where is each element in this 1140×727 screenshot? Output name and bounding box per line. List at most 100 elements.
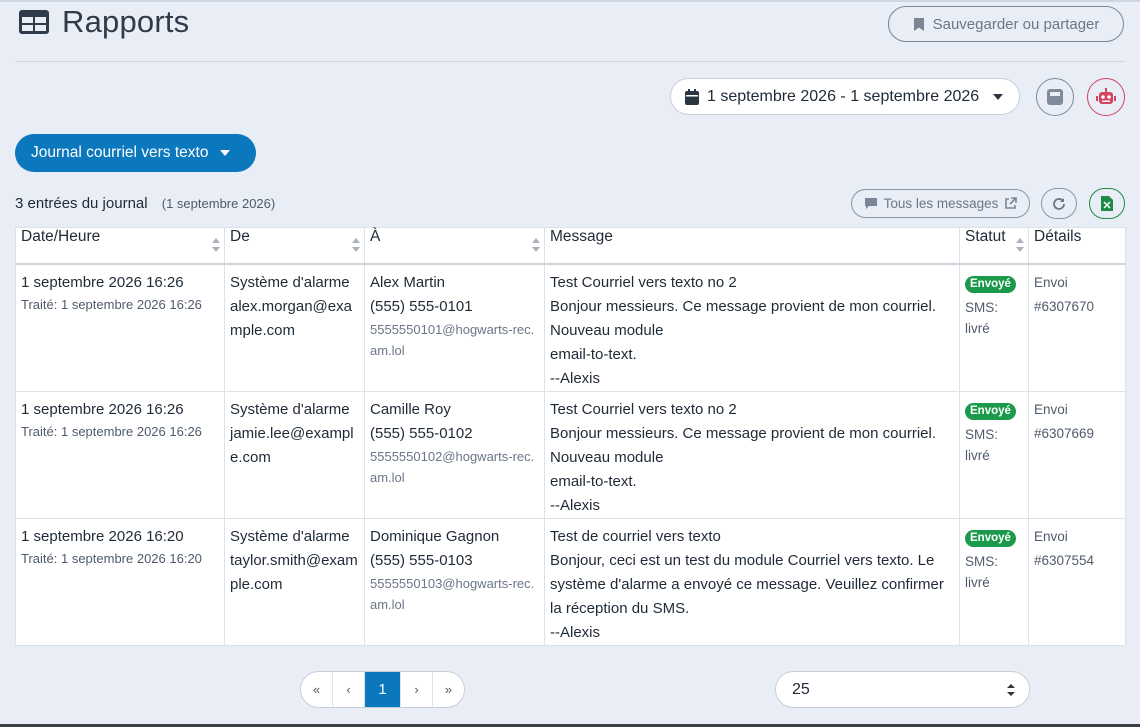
refresh-button[interactable] (1041, 188, 1077, 219)
message-line: --Alexis (550, 624, 601, 641)
status-sub: SMS: livré (965, 300, 999, 336)
cell-status: Envoyé SMS: livré (959, 391, 1029, 519)
message-line: --Alexis (550, 370, 601, 387)
column-header-label: De (230, 228, 250, 245)
from-name: Système d'alarme (230, 274, 350, 291)
calculator-button[interactable] (1036, 78, 1074, 116)
cell-message: Test Courriel vers texto no 2 Bonjour me… (544, 263, 960, 392)
save-or-share-label: Sauvegarder ou partager (932, 15, 1100, 33)
details-text: Envoi #6307669 (1034, 402, 1095, 441)
cell-from: Système d'alarme taylor.smith@example.co… (224, 518, 365, 646)
cell-to: Dominique Gagnon (555) 555-0103 55555501… (364, 518, 545, 646)
to-phone: (555) 555-0103 (370, 552, 473, 569)
header-divider (15, 61, 1125, 62)
grid-icon (19, 10, 49, 34)
export-excel-button[interactable] (1089, 188, 1125, 219)
cell-to: Camille Roy (555) 555-0102 5555550102@ho… (364, 391, 545, 519)
to-email: 5555550103@hogwarts-rec.am.lol (370, 576, 535, 612)
date-range-picker[interactable]: 1 septembre 2026 - 1 septembre 2026 (670, 78, 1020, 115)
page-title: Rapports (62, 4, 190, 39)
excel-icon (1101, 196, 1113, 211)
column-header-label: Statut (965, 228, 1006, 245)
column-header-label: À (370, 228, 381, 245)
status-badge: Envoyé (965, 276, 1016, 293)
to-name: Dominique Gagnon (370, 528, 500, 545)
top-border (0, 0, 1140, 2)
page-header: Rapports (18, 4, 189, 40)
bookmark-icon (913, 17, 924, 31)
to-email: 5555550102@hogwarts-rec.am.lol (370, 449, 535, 485)
cell-to: Alex Martin (555) 555-0101 5555550101@ho… (364, 263, 545, 392)
save-or-share-button[interactable]: Sauvegarder ou partager (888, 6, 1124, 42)
to-name: Alex Martin (370, 274, 446, 291)
processed-text: Traité: 1 septembre 2026 16:26 (21, 424, 202, 439)
date-range-label: 1 septembre 2026 - 1 septembre 2026 (707, 87, 980, 105)
log-table: Date/Heure De À Message Statut Détails 1… (15, 227, 1126, 646)
details-text: Envoi #6307554 (1034, 529, 1095, 568)
column-header-datetime[interactable]: Date/Heure (15, 227, 225, 265)
to-phone: (555) 555-0102 (370, 425, 473, 442)
from-email: taylor.smith@example.com (230, 552, 358, 593)
processed-text: Traité: 1 septembre 2026 16:26 (21, 297, 202, 312)
table-header-row: Date/Heure De À Message Statut Détails (15, 227, 1126, 265)
current-page-button[interactable]: 1 (365, 672, 401, 707)
cell-details: Envoi #6307670 (1028, 263, 1126, 392)
datetime-text: 1 septembre 2026 16:26 (21, 274, 184, 291)
all-messages-button[interactable]: Tous les messages (851, 189, 1030, 218)
datetime-text: 1 septembre 2026 16:26 (21, 401, 184, 418)
sort-icon (532, 238, 540, 252)
column-header-to[interactable]: À (364, 227, 545, 265)
column-header-label: Date/Heure (21, 228, 101, 245)
message-line: email-to-text. (550, 346, 637, 363)
report-type-label: Journal courriel vers texto (31, 144, 209, 161)
message-line: Bonjour messieurs. Ce message provient d… (550, 298, 937, 339)
report-type-dropdown[interactable]: Journal courriel vers texto (15, 134, 256, 172)
cell-message: Test Courriel vers texto no 2 Bonjour me… (544, 391, 960, 519)
cell-message: Test de courriel vers texto Bonjour, cec… (544, 518, 960, 646)
sort-icon (212, 238, 220, 252)
sort-icon (352, 238, 360, 252)
to-name: Camille Roy (370, 401, 451, 418)
per-page-value: 25 (792, 680, 810, 698)
prev-page-button[interactable]: ‹ (333, 672, 365, 707)
column-header-label: Message (550, 228, 613, 245)
column-header-from[interactable]: De (224, 227, 365, 265)
table-row: 1 septembre 2026 16:26 Traité: 1 septemb… (15, 263, 1126, 392)
table-row: 1 septembre 2026 16:26 Traité: 1 septemb… (15, 391, 1126, 519)
first-page-button[interactable]: « (301, 672, 333, 707)
column-header-message: Message (544, 227, 960, 265)
from-name: Système d'alarme (230, 528, 350, 545)
calendar-icon (685, 88, 699, 105)
cell-datetime: 1 septembre 2026 16:26 Traité: 1 septemb… (15, 263, 225, 392)
status-badge: Envoyé (965, 530, 1016, 547)
status-sub: SMS: livré (965, 554, 999, 590)
column-header-status[interactable]: Statut (959, 227, 1029, 265)
to-email: 5555550101@hogwarts-rec.am.lol (370, 322, 535, 358)
next-page-button[interactable]: › (401, 672, 433, 707)
column-header-label: Détails (1034, 228, 1082, 245)
cell-datetime: 1 septembre 2026 16:20 Traité: 1 septemb… (15, 518, 225, 646)
message-line: email-to-text. (550, 473, 637, 490)
comment-icon (864, 198, 877, 209)
robot-button[interactable] (1087, 78, 1125, 116)
log-count: 3 entrées du journal (1 septembre 2026) (15, 195, 275, 212)
to-phone: (555) 555-0101 (370, 298, 473, 315)
message-line: Test Courriel vers texto no 2 (550, 274, 737, 291)
status-sub: SMS: livré (965, 427, 999, 463)
cell-from: Système d'alarme jamie.lee@example.com (224, 391, 365, 519)
cell-datetime: 1 septembre 2026 16:26 Traité: 1 septemb… (15, 391, 225, 519)
from-email: alex.morgan@example.com (230, 298, 352, 339)
message-line: Bonjour, ceci est un test du module Cour… (550, 552, 944, 617)
all-messages-label: Tous les messages (883, 196, 999, 211)
table-row: 1 septembre 2026 16:20 Traité: 1 septemb… (15, 518, 1126, 646)
last-page-button[interactable]: » (433, 672, 464, 707)
message-line: Bonjour messieurs. Ce message provient d… (550, 425, 937, 466)
from-name: Système d'alarme (230, 401, 350, 418)
calculator-icon (1047, 89, 1063, 105)
cell-from: Système d'alarme alex.morgan@example.com (224, 263, 365, 392)
log-count-label: 3 entrées du journal (15, 195, 148, 212)
cell-details: Envoi #6307554 (1028, 518, 1126, 646)
message-line: --Alexis (550, 497, 601, 514)
select-arrows-icon (1007, 683, 1015, 696)
per-page-select[interactable]: 25 (775, 671, 1030, 708)
